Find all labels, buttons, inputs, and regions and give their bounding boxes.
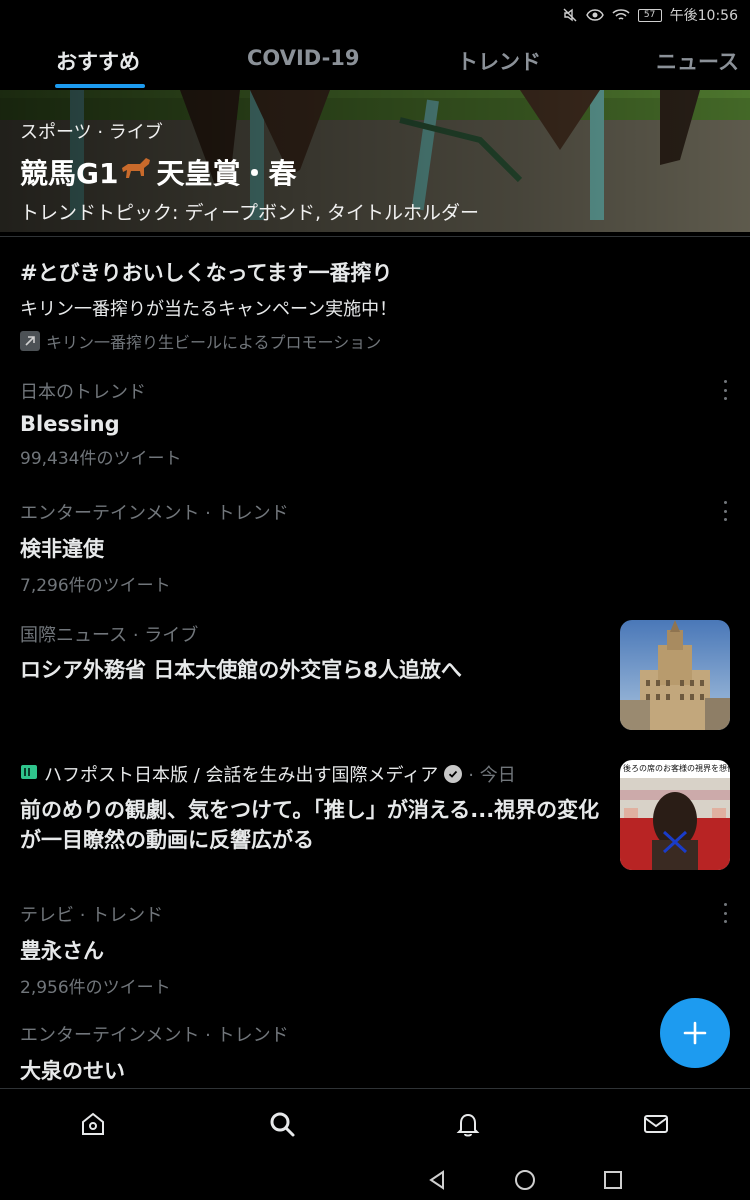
mail-icon[interactable] — [641, 1109, 671, 1139]
trend-meta: 日本のトレンド — [20, 382, 146, 403]
status-time: 午後10:56 — [669, 8, 738, 24]
trend-count: 99,434件のツイート — [20, 449, 182, 469]
battery-indicator: 57 — [637, 8, 662, 22]
news-title: ロシア外務省 日本大使館の外交官ら8人追放へ — [20, 658, 462, 682]
trend-count: 7,296件のツイート — [20, 576, 171, 596]
trend-title: 大泉のせい — [20, 1059, 125, 1083]
trend-item[interactable]: エンターテインメント · トレンド 大泉のせい — [20, 1021, 730, 1085]
hero-trend-card[interactable]: スポーツ · ライブ 競馬G1 天皇賞・春 トレンドトピック: ディープボンド,… — [0, 90, 750, 232]
hero-category: スポーツ · ライブ — [20, 122, 163, 143]
promoted-arrow-icon — [20, 331, 40, 351]
news-time: · 今日 — [468, 765, 516, 786]
mute-icon — [562, 7, 578, 23]
tab-recommended[interactable]: おすすめ — [56, 46, 140, 76]
compose-plus-icon — [683, 1021, 707, 1045]
trend-meta: エンターテインメント · トレンド — [20, 1025, 289, 1046]
wifi-icon — [612, 8, 630, 22]
tab-covid19[interactable]: COVID-19 — [247, 46, 360, 70]
trend-item[interactable]: テレビ · トレンド 豊永さん 2,956件のツイート — [20, 901, 730, 998]
promoted-by: キリン一番搾り生ビールによるプロモーション — [20, 329, 730, 353]
active-tab-indicator — [55, 84, 145, 88]
hero-title-suffix: 天皇賞・春 — [156, 157, 297, 190]
bell-icon[interactable] — [453, 1109, 483, 1139]
hero-subtitle: トレンドトピック: ディープボンド, タイトルホルダー — [20, 202, 480, 224]
trend-title: 検非違使 — [20, 537, 104, 561]
trend-item[interactable]: エンターテインメント · トレンド 検非違使 7,296件のツイート — [20, 499, 730, 596]
trend-count: 2,956件のツイート — [20, 978, 171, 998]
hero-text: スポーツ · ライブ 競馬G1 天皇賞・春 トレンドトピック: ディープボンド,… — [20, 118, 479, 225]
tab-trending[interactable]: トレンド — [457, 46, 541, 76]
promoted-description: キリン一番搾りが当たるキャンペーン実施中！ — [20, 299, 398, 320]
tab-news[interactable]: ニュース — [656, 46, 739, 76]
trend-title: 豊永さん — [20, 939, 104, 963]
trend-title: Blessing — [20, 412, 120, 436]
status-bar: 57 午後10:56 — [0, 0, 750, 30]
search-icon[interactable] — [267, 1109, 297, 1139]
promoted-title: #とびきりおいしくなってます一番搾り — [20, 261, 393, 285]
system-nav-bar — [0, 1158, 750, 1200]
eye-icon — [585, 8, 604, 22]
home-circle-icon[interactable] — [513, 1168, 537, 1192]
hero-title: 競馬G1 天皇賞・春 — [20, 152, 479, 192]
trend-item[interactable]: 日本のトレンド Blessing 99,434件のツイート — [20, 378, 730, 469]
news-source[interactable]: ハフポスト日本版 / 会話を生み出す国際メディア — [44, 761, 438, 787]
verified-badge-icon — [444, 765, 463, 783]
tab-bar: おすすめ COVID-19 トレンド ニュース — [0, 30, 750, 90]
home-icon[interactable] — [78, 1109, 108, 1139]
hero-title-prefix: 競馬G1 — [20, 157, 119, 190]
bottom-nav — [0, 1088, 750, 1158]
trend-meta: テレビ · トレンド — [20, 905, 164, 926]
promoted-by-label: キリン一番搾り生ビールによるプロモーション — [46, 333, 382, 352]
news-thumbnail — [620, 620, 730, 730]
divider — [0, 236, 750, 237]
back-icon[interactable] — [425, 1168, 449, 1192]
more-options-icon[interactable] — [720, 501, 730, 521]
compose-button[interactable] — [660, 998, 730, 1068]
thumbnail-caption: 後ろの席のお客様の視界を想像以上 — [620, 760, 730, 778]
recents-icon[interactable] — [601, 1168, 625, 1192]
source-logo-icon — [20, 763, 38, 786]
news-title: 前のめりの観劇、気をつけて。「推し」が消える...視界の変化が一目瞭然の動画に反… — [20, 798, 600, 853]
trend-meta: エンターテインメント · トレンド — [20, 503, 289, 524]
more-options-icon[interactable] — [720, 903, 730, 923]
news-thumbnail: 後ろの席のお客様の視界を想像以上 — [620, 760, 730, 870]
more-options-icon[interactable] — [720, 380, 730, 400]
promoted-trend[interactable]: #とびきりおいしくなってます一番搾り キリン一番搾りが当たるキャンペーン実施中！… — [20, 257, 730, 353]
horse-icon — [120, 154, 154, 191]
